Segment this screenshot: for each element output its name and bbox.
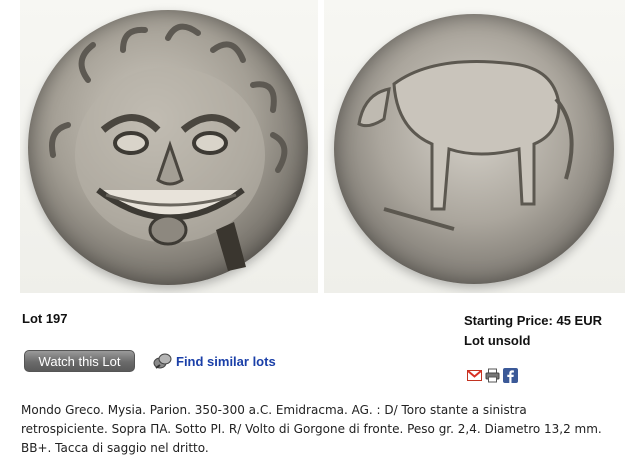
find-similar-lots-link[interactable]: Find similar lots bbox=[153, 352, 276, 370]
starting-price: Starting Price: 45 EUR bbox=[464, 313, 602, 328]
watch-lot-button[interactable]: Watch this Lot bbox=[24, 350, 135, 372]
lot-number: Lot 197 bbox=[22, 311, 68, 326]
price-block: Starting Price: 45 EUR Lot unsold bbox=[464, 311, 602, 351]
bull-icon bbox=[357, 60, 574, 231]
gmail-icon[interactable] bbox=[467, 368, 482, 383]
lot-status: Lot unsold bbox=[464, 333, 531, 348]
lot-description: Mondo Greco. Mysia. Parion. 350-300 a.C.… bbox=[21, 403, 602, 455]
coin-reverse-photo bbox=[324, 0, 625, 293]
find-similar-lots-label: Find similar lots bbox=[176, 353, 276, 369]
share-icons bbox=[467, 368, 518, 383]
coin-obverse-photo bbox=[20, 0, 318, 293]
obverse-coin bbox=[28, 10, 308, 285]
facebook-icon[interactable] bbox=[503, 368, 518, 383]
coins-search-icon bbox=[153, 352, 172, 370]
print-icon[interactable] bbox=[485, 368, 500, 383]
reverse-coin bbox=[334, 14, 614, 284]
gorgon-face-icon bbox=[49, 23, 288, 271]
